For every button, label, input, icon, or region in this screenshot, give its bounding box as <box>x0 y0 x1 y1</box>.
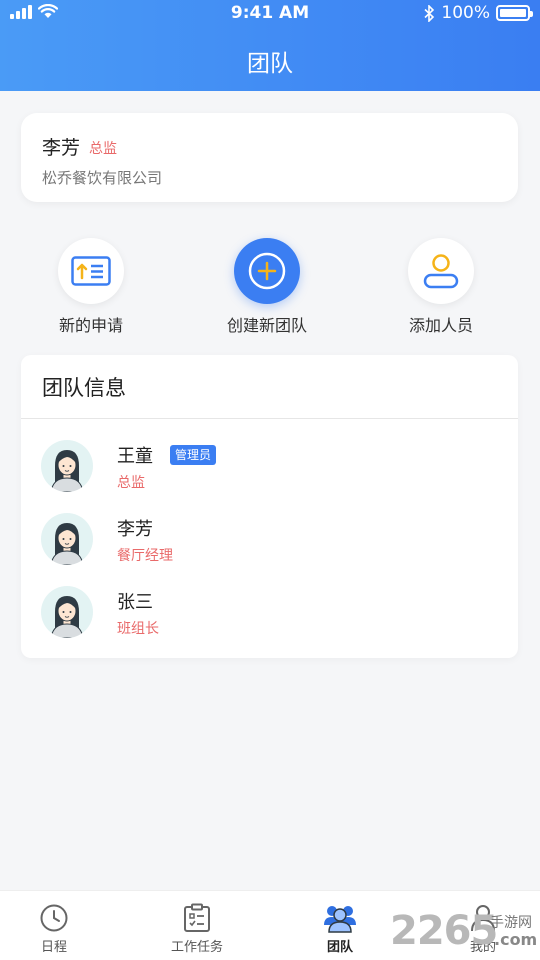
watermark-number: 2265 <box>390 908 498 954</box>
bluetooth-icon <box>424 4 435 22</box>
clipboard-icon <box>184 903 210 932</box>
add-person-circle <box>408 238 474 304</box>
application-icon-circle <box>58 238 124 304</box>
plus-circle <box>234 238 300 304</box>
member-avatar <box>41 440 93 492</box>
create-team-label: 创建新团队 <box>226 316 307 335</box>
member-role: 总监 <box>117 475 145 491</box>
member-role: 餐厅经理 <box>117 548 173 564</box>
status-right: 100% <box>424 3 533 23</box>
member-avatar <box>41 586 93 638</box>
member-row[interactable]: 王童 管理员 总监 <box>21 440 518 510</box>
application-icon <box>71 256 111 286</box>
battery-percent: 100% <box>441 3 490 23</box>
member-name: 张三 <box>117 592 153 613</box>
app-header: 9:41 AM 100% 团队 <box>0 0 540 91</box>
add-person-button[interactable]: 添加人员 <box>371 238 511 336</box>
member-name: 李芳 <box>117 519 153 540</box>
tab-team[interactable]: 团队 <box>295 903 385 955</box>
create-team-button[interactable]: 创建新团队 <box>197 238 337 336</box>
profile-name: 李芳 <box>42 137 81 159</box>
watermark-text: 手游网 <box>490 915 532 931</box>
add-person-icon <box>423 254 459 289</box>
battery-icon <box>496 5 533 21</box>
new-application-label: 新的申请 <box>58 316 123 335</box>
member-avatar <box>41 513 93 565</box>
profile-role: 总监 <box>89 141 117 157</box>
watermark-logo: 2265 手游网 .com <box>390 908 540 960</box>
member-row[interactable]: 张三 班组长 <box>21 586 518 656</box>
team-icon <box>324 906 356 933</box>
team-info-card: 团队信息 王童 管理员 总监 李芳 餐厅经理 张三 班组长 <box>21 355 518 658</box>
tab-tasks[interactable]: 工作任务 <box>152 903 242 955</box>
watermark-suffix: .com <box>494 930 538 949</box>
profile-card[interactable]: 李芳 总监 松乔餐饮有限公司 <box>21 113 518 202</box>
plus-circle-icon <box>248 252 286 290</box>
tab-team-label: 团队 <box>326 940 353 955</box>
new-application-button[interactable]: 新的申请 <box>21 238 161 336</box>
page-title: 团队 <box>247 51 293 77</box>
team-info-title: 团队信息 <box>42 376 126 400</box>
clock-icon <box>40 904 68 932</box>
tab-schedule-label: 日程 <box>40 940 67 955</box>
status-bar: 9:41 AM 100% <box>0 0 540 28</box>
tab-tasks-label: 工作任务 <box>170 940 223 955</box>
member-role: 班组长 <box>117 621 159 637</box>
divider <box>21 418 518 419</box>
member-row[interactable]: 李芳 餐厅经理 <box>21 513 518 583</box>
profile-company: 松乔餐饮有限公司 <box>42 169 163 187</box>
member-name: 王童 <box>117 446 153 467</box>
admin-badge: 管理员 <box>170 445 217 465</box>
tab-schedule[interactable]: 日程 <box>9 903 99 955</box>
add-person-label: 添加人员 <box>408 316 473 335</box>
